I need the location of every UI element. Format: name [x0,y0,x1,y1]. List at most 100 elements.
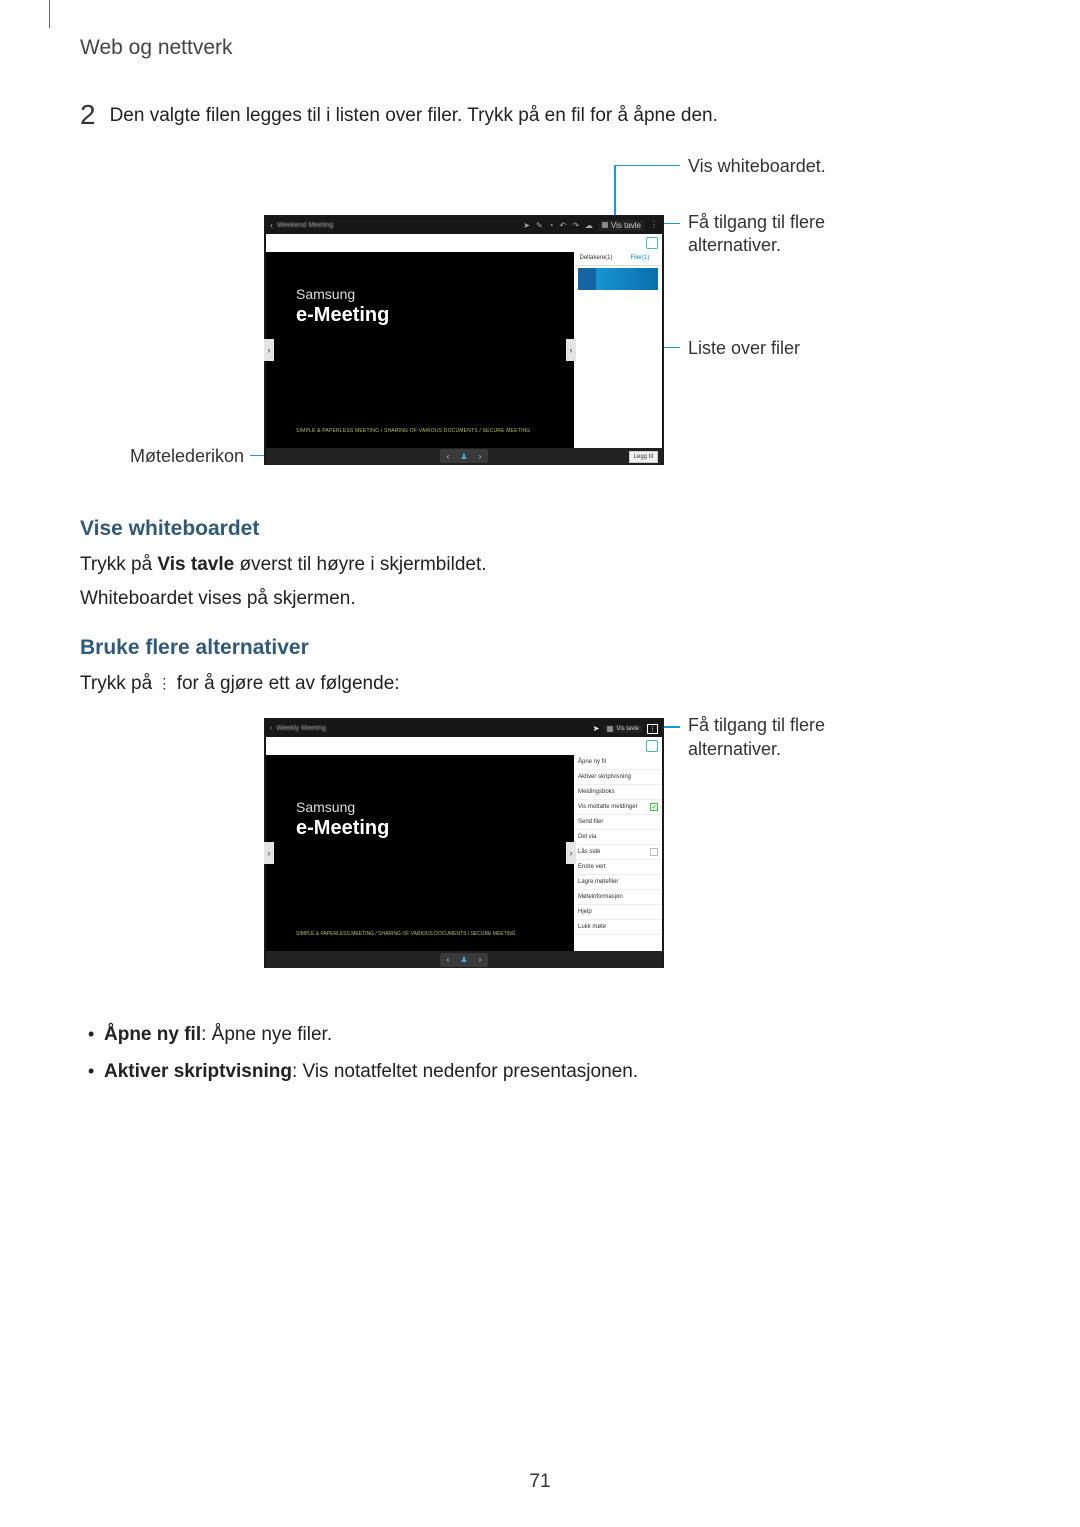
para-show-whiteboard-1: Trykk på Vis tavle øverst til høyre i sk… [80,551,1000,580]
bottom-bar: ‹ ♟ › Legg til [266,448,662,465]
more-options-icon[interactable]: ⋮ [650,223,658,227]
tab-files[interactable]: Filer(1) [618,252,662,266]
pen-icon[interactable]: ✎ [536,221,543,230]
prev-slide-button[interactable]: › [264,842,274,864]
tab-participants[interactable]: Deltakere(1) [574,252,618,266]
show-whiteboard-button[interactable]: Vis tavle [599,220,644,231]
leader-icon: ♟ [456,452,472,461]
show-whiteboard-label: Vis tavle [616,726,639,732]
pager-next[interactable]: › [472,452,488,461]
slide-title: e-Meeting [296,817,562,840]
subbar [266,737,662,755]
callout-line2: alternativer. [688,739,781,759]
add-file-button[interactable]: Legg til [629,451,658,463]
options-menu: Åpne ny fil Aktiver skriptvisning Meldin… [574,755,662,951]
side-panel: Deltakere(1) Filer(1) [574,252,662,448]
stage: › Samsung e-Meeting SIMPLE & PAPERLESS M… [266,252,662,448]
checkbox-empty-icon [650,848,658,856]
cloud-icon[interactable]: ☁ [585,221,593,230]
callout-line1: Få tilgang til flere [688,212,825,232]
callout-file-list: Liste over filer [688,337,800,360]
menu-item-lock-page[interactable]: Lås side [574,845,662,860]
callout-line1: Få tilgang til flere [688,715,825,735]
callout-more-options-2: Få tilgang til flere alternativer. [688,714,825,761]
menu-item-show-received[interactable]: Vis mottatte meldinger✓ [574,800,662,815]
pager: ‹ ♟ › [440,953,488,967]
para-more-options: Trykk på ⋮ for å gjøre ett av følgende: [80,670,1000,699]
slide-title: e-Meeting [296,304,562,327]
figure-1: Vis whiteboardet. Få tilgang til flere a… [80,155,1000,495]
panel-collapse-button[interactable]: › [566,842,576,864]
side-panel-tabs: Deltakere(1) Filer(1) [574,252,662,266]
step-text: Den valgte filen legges til i listen ove… [110,100,718,131]
slide-area: › Samsung e-Meeting SIMPLE & PAPERLESS M… [266,252,574,448]
menu-item-script-view[interactable]: Aktiver skriptvisning [574,770,662,785]
back-icon[interactable]: ‹ [270,220,273,230]
menu-item-save-files[interactable]: Lagre møtefiler [574,875,662,890]
pager-prev[interactable]: ‹ [440,955,456,964]
file-thumbnail[interactable] [578,268,658,290]
cursor-icon[interactable]: ➤ [593,724,600,733]
lead-line [614,165,616,220]
callout-whiteboard: Vis whiteboardet. [688,155,826,178]
heading-more-options: Bruke flere alternativer [80,636,1000,660]
menu-item-change-host[interactable]: Endre vert [574,860,662,875]
menu-item-close-meeting[interactable]: Lukk møte [574,920,662,935]
meeting-title: Weekend Meeting [277,222,333,229]
device-screenshot-1: ‹ Weekend Meeting ➤ ✎ ◔ ↶ ↷ ☁ Vis tavle … [264,215,664,465]
menu-item-help[interactable]: Hjelp [574,905,662,920]
page-number: 71 [0,1471,1080,1493]
heading-show-whiteboard: Vise whiteboardet [80,517,1000,541]
back-icon[interactable]: ‹ [270,725,272,732]
page-left-rule [49,0,50,28]
panel-collapse-button[interactable]: › [566,339,576,361]
slide-area: › Samsung e-Meeting SIMPLE & PAPERLESS M… [266,755,574,951]
app-titlebar: ‹ Weekend Meeting ➤ ✎ ◔ ↶ ↷ ☁ Vis tavle … [266,217,662,234]
expand-icon[interactable] [646,237,658,249]
prev-slide-button[interactable]: › [264,339,274,361]
leader-icon: ♟ [456,955,472,964]
stage: › Samsung e-Meeting SIMPLE & PAPERLESS M… [266,755,662,951]
bottom-bar: ‹ ♟ › [266,951,662,968]
whiteboard-icon [607,726,613,732]
subbar [266,234,662,252]
lead-line [614,165,680,167]
slide-brand: Samsung [296,286,562,302]
step-2: 2 Den valgte filen legges til i listen o… [80,100,1000,131]
whiteboard-icon [602,222,608,228]
redo-icon[interactable]: ↷ [572,221,579,230]
menu-item-message-box[interactable]: Meldingsboks [574,785,662,800]
show-whiteboard-button[interactable]: Vis tavle [604,725,642,733]
options-bullet-list: Åpne ny fil: Åpne nye filer. Aktiver skr… [80,1020,1000,1087]
more-options-icon-highlighted[interactable]: ⋮ [647,724,658,734]
eraser-icon[interactable]: ◔ [549,221,554,230]
bullet-script-view: Aktiver skriptvisning: Vis notatfeltet n… [80,1057,1000,1087]
show-whiteboard-label: Vis tavle [611,221,641,230]
check-icon: ✓ [650,803,658,811]
step-number: 2 [80,100,96,131]
slide-subtext: SIMPLE & PAPERLESS MEETING / SHARING OF … [296,931,562,937]
slide-subtext: SIMPLE & PAPERLESS MEETING / SHARING OF … [296,428,562,434]
para-show-whiteboard-2: Whiteboardet vises på skjermen. [80,585,1000,614]
cursor-icon[interactable]: ➤ [523,221,530,230]
meeting-title: Weekly Meeting [276,725,326,732]
app-titlebar: ‹ Weekly Meeting ➤ Vis tavle ⋮ [266,720,662,737]
pager-next[interactable]: › [472,955,488,964]
pager-prev[interactable]: ‹ [440,452,456,461]
callout-more-options: Få tilgang til flere alternativer. [688,211,825,258]
menu-item-send-files[interactable]: Send filer [574,815,662,830]
expand-icon[interactable] [646,740,658,752]
menu-item-share-via[interactable]: Del via [574,830,662,845]
page-header: Web og nettverk [80,36,233,60]
page-content: 2 Den valgte filen legges til i listen o… [80,100,1000,1093]
undo-icon[interactable]: ↶ [560,221,567,230]
device-screenshot-2: ‹ Weekly Meeting ➤ Vis tavle ⋮ › Samsung [264,718,664,968]
more-options-inline-icon: ⋮ [157,681,171,687]
menu-item-open-file[interactable]: Åpne ny fil [574,755,662,770]
menu-item-meeting-info[interactable]: Møteinformasjon [574,890,662,905]
bullet-open-file: Åpne ny fil: Åpne nye filer. [80,1020,1000,1050]
callout-line2: alternativer. [688,235,781,255]
pager: ‹ ♟ › [440,449,488,463]
figure-2: Få tilgang til flere alternativer. ‹ Wee… [80,712,1000,1002]
slide-brand: Samsung [296,799,562,815]
